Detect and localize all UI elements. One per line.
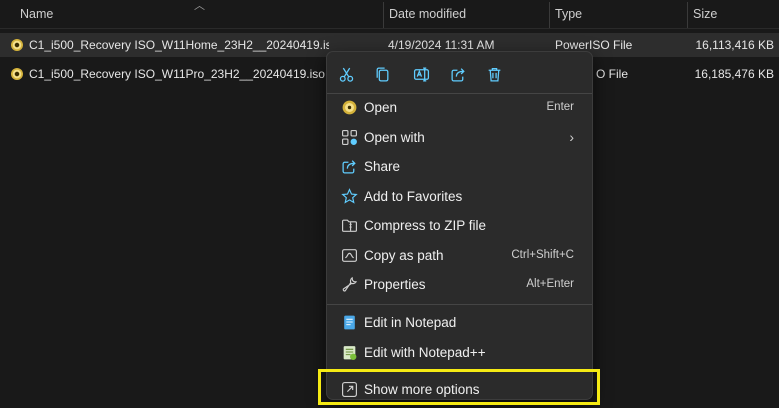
file-type: O File [596, 67, 629, 81]
column-header-name-label: Name [20, 7, 54, 21]
menu-item-copy-as-path[interactable]: Copy as path Ctrl+Shift+C [333, 241, 588, 270]
copy-path-icon [341, 247, 358, 264]
share-icon [341, 158, 358, 175]
copy-icon [376, 66, 388, 82]
rename-button[interactable] [406, 59, 436, 89]
menu-item-shortcut: Enter [546, 101, 575, 113]
menu-item-edit-in-notepad[interactable]: Edit in Notepad [333, 308, 588, 337]
iso-file-icon [11, 39, 23, 51]
trash-icon [488, 67, 500, 82]
zip-folder-icon [341, 217, 358, 234]
column-header-type[interactable]: Type [549, 0, 687, 28]
menu-item-label: Edit with Notepad++ [364, 345, 486, 360]
iso-file-icon [11, 68, 23, 80]
menu-item-properties[interactable]: Properties Alt+Enter [333, 270, 588, 299]
wrench-icon [341, 276, 358, 293]
file-name: C1_i500_Recovery ISO_W11Home_23H2__20240… [29, 38, 329, 52]
menu-item-add-to-favorites[interactable]: Add to Favorites [333, 182, 588, 211]
column-header-type-label: Type [555, 7, 583, 21]
menu-item-label: Properties [364, 277, 426, 292]
open-with-icon [341, 129, 358, 146]
delete-button[interactable] [479, 59, 509, 89]
context-menu: Open Enter Open with › Share Add to Favo… [326, 51, 593, 400]
menu-item-open[interactable]: Open Enter [333, 93, 588, 122]
chevron-right-icon: › [569, 129, 574, 145]
column-header-date[interactable]: Date modified [383, 0, 549, 28]
menu-item-label: Open with [364, 130, 425, 145]
menu-item-shortcut: Alt+Enter [526, 278, 574, 290]
highlight-box [318, 369, 600, 405]
menu-item-label: Share [364, 159, 401, 174]
menu-item-edit-with-notepad-plus-plus[interactable]: Edit with Notepad++ [333, 338, 588, 367]
cut-button[interactable] [331, 59, 361, 89]
column-header-bar: Name ︿ Date modified Type Size [0, 0, 779, 29]
menu-item-share[interactable]: Share [333, 152, 588, 181]
copy-button[interactable] [367, 59, 397, 89]
star-icon [341, 188, 358, 205]
file-size: 16,113,416 KB [695, 38, 774, 52]
rename-icon [413, 66, 429, 82]
column-header-size-label: Size [693, 7, 718, 21]
menu-item-label: Copy as path [364, 248, 444, 263]
scissors-icon [339, 67, 353, 82]
share-button[interactable] [443, 59, 473, 89]
iso-disc-icon [341, 99, 358, 116]
menu-item-shortcut: Ctrl+Shift+C [511, 249, 574, 261]
notepad-plus-plus-icon [341, 344, 358, 361]
sort-ascending-icon: ︿ [194, 0, 205, 12]
menu-item-open-with[interactable]: Open with › [333, 123, 588, 152]
share-icon [450, 67, 465, 82]
menu-divider [327, 304, 592, 305]
column-header-date-label: Date modified [389, 7, 467, 21]
menu-item-label: Edit in Notepad [364, 315, 457, 330]
file-name: C1_i500_Recovery ISO_W11Pro_23H2__202404… [29, 67, 325, 81]
menu-item-label: Compress to ZIP file [364, 218, 487, 233]
menu-item-label: Add to Favorites [364, 189, 463, 204]
menu-item-compress-zip[interactable]: Compress to ZIP file [333, 211, 588, 240]
file-size: 16,185,476 KB [694, 67, 774, 81]
menu-item-label: Open [364, 100, 398, 115]
column-header-size[interactable]: Size [687, 0, 779, 28]
notepad-icon [341, 314, 358, 331]
